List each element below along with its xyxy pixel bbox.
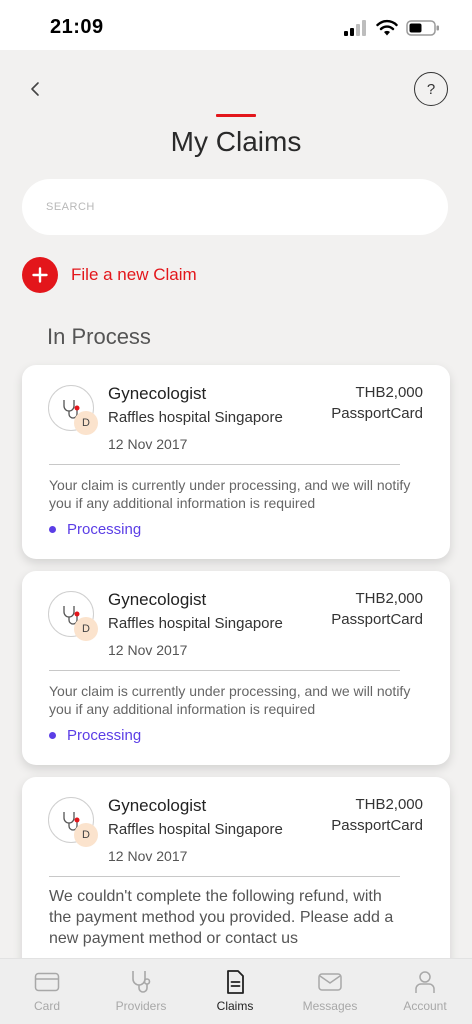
claim-plan: PassportCard — [331, 611, 423, 628]
claim-card[interactable]: D Gynecologist Raffles hospital Singapor… — [22, 365, 450, 559]
tab-card-label: Card — [33, 999, 60, 1013]
mail-icon — [318, 973, 342, 991]
section-title: In Process — [47, 324, 151, 349]
card-divider — [49, 876, 400, 877]
claim-status-label: Processing — [67, 521, 142, 538]
document-icon — [227, 970, 244, 994]
person-icon — [415, 971, 435, 993]
claim-hospital: Raffles hospital Singapore — [108, 821, 283, 838]
claim-date: 12 Nov 2017 — [108, 848, 188, 864]
claim-hospital: Raffles hospital Singapore — [108, 615, 283, 632]
tab-messages-label: Messages — [302, 999, 358, 1013]
claim-status-label: Processing — [67, 727, 142, 744]
claim-amount: THB2,000 — [355, 384, 423, 401]
status-bar: 21:09 — [0, 0, 472, 50]
claim-plan: PassportCard — [331, 817, 423, 834]
claim-card[interactable]: D Gynecologist Raffles hospital Singapor… — [22, 571, 450, 765]
claim-amount: THB2,000 — [355, 590, 423, 607]
claims-screen: 21:09 ? My Claims SEARCH File a new Clai… — [0, 0, 472, 1024]
tab-account-label: Account — [403, 999, 447, 1013]
claim-amount: THB2,000 — [355, 796, 423, 813]
page-title: My Claims — [170, 126, 302, 157]
status-dot-icon — [49, 732, 56, 739]
file-new-claim-button[interactable]: File a new Claim — [22, 257, 197, 293]
tab-providers[interactable]: Providers — [101, 969, 181, 1013]
tab-providers-label: Providers — [115, 999, 167, 1013]
help-button[interactable]: ? — [414, 72, 448, 106]
chevron-left-icon — [31, 82, 39, 96]
claim-specialty: Gynecologist — [108, 384, 207, 403]
claim-hospital: Raffles hospital Singapore — [108, 409, 283, 426]
bottom-tab-bar: Card Providers Claims Messages Account — [0, 958, 472, 1024]
file-new-claim-label: File a new Claim — [71, 265, 197, 284]
battery-icon — [406, 20, 439, 36]
card-divider — [49, 464, 400, 465]
claim-message: Your claim is currently under processing… — [49, 683, 411, 717]
tab-claims-label: Claims — [216, 999, 254, 1013]
claim-date: 12 Nov 2017 — [108, 642, 188, 658]
plus-icon — [22, 257, 58, 293]
cellular-signal-icon — [344, 20, 366, 36]
wifi-icon — [376, 19, 398, 36]
claim-status: Processing — [49, 521, 141, 538]
claim-plan: PassportCard — [331, 405, 423, 422]
tab-messages[interactable]: Messages — [290, 969, 370, 1013]
claim-date: 12 Nov 2017 — [108, 436, 188, 452]
claim-message: Your claim is currently under processing… — [49, 477, 411, 511]
status-dot-icon — [49, 526, 56, 533]
back-button[interactable] — [22, 76, 48, 102]
doctor-badge: D — [74, 823, 98, 847]
doctor-badge: D — [74, 411, 98, 435]
claim-specialty: Gynecologist — [108, 796, 207, 815]
search-bar — [22, 179, 448, 235]
title-accent-line — [216, 114, 256, 117]
search-input[interactable] — [22, 179, 448, 235]
doctor-badge: D — [74, 617, 98, 641]
card-icon — [34, 972, 60, 992]
card-divider — [49, 670, 400, 671]
tab-account[interactable]: Account — [385, 969, 465, 1013]
tab-claims[interactable]: Claims — [195, 969, 275, 1013]
claim-status: Processing — [49, 727, 141, 744]
claim-specialty: Gynecologist — [108, 590, 207, 609]
tab-card[interactable]: Card — [7, 969, 87, 1013]
claim-message: We couldn't complete the following refun… — [49, 888, 394, 947]
status-time: 21:09 — [50, 16, 104, 38]
stethoscope-icon — [132, 971, 151, 993]
